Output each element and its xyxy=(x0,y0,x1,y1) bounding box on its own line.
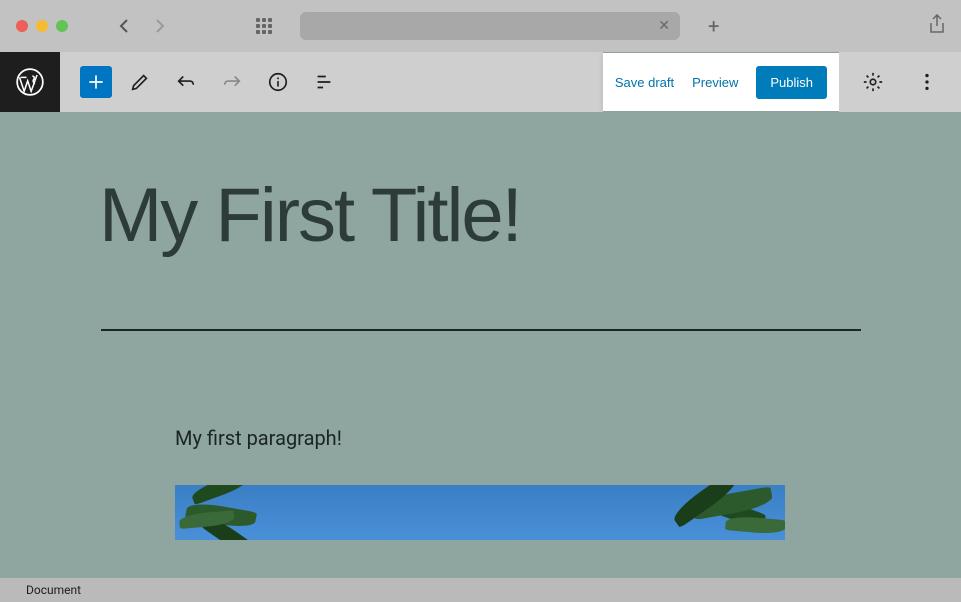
content-wrapper: Save draft Preview Publish My First Titl… xyxy=(0,52,961,602)
back-button[interactable] xyxy=(116,18,132,34)
edit-tool-icon[interactable] xyxy=(122,64,158,100)
close-window-button[interactable] xyxy=(16,20,28,32)
publish-button[interactable]: Publish xyxy=(756,66,827,99)
toolbar-left xyxy=(60,52,603,112)
redo-icon[interactable] xyxy=(214,64,250,100)
info-icon[interactable] xyxy=(260,64,296,100)
outline-icon[interactable] xyxy=(306,64,342,100)
more-options-icon[interactable] xyxy=(909,64,945,100)
preview-button[interactable]: Preview xyxy=(692,75,738,90)
image-block[interactable] xyxy=(175,485,785,540)
save-draft-button[interactable]: Save draft xyxy=(615,75,674,90)
bottom-breadcrumb-bar: Document xyxy=(0,578,961,602)
paragraph-block[interactable]: My first paragraph! xyxy=(175,426,961,450)
separator-block[interactable] xyxy=(101,329,861,331)
nav-arrows xyxy=(116,18,168,34)
publish-panel: Save draft Preview Publish xyxy=(603,53,839,111)
breadcrumb-document[interactable]: Document xyxy=(26,583,81,597)
minimize-window-button[interactable] xyxy=(36,20,48,32)
toolbar-right xyxy=(839,52,961,112)
settings-gear-icon[interactable] xyxy=(855,64,891,100)
forward-button[interactable] xyxy=(152,18,168,34)
maximize-window-button[interactable] xyxy=(56,20,68,32)
clear-url-icon[interactable]: ✕ xyxy=(658,18,670,34)
wordpress-logo[interactable] xyxy=(0,52,60,112)
share-icon[interactable] xyxy=(929,14,945,38)
editor-area: My First Title! My first paragraph! xyxy=(0,112,961,578)
post-title[interactable]: My First Title! xyxy=(99,172,961,259)
add-block-button[interactable] xyxy=(80,66,112,98)
browser-chrome: ✕ + xyxy=(0,0,961,52)
apps-grid-icon[interactable] xyxy=(256,18,272,34)
wp-toolbar: Save draft Preview Publish xyxy=(0,52,961,112)
new-tab-button[interactable]: + xyxy=(708,14,719,38)
url-bar[interactable]: ✕ xyxy=(300,12,680,40)
window-controls xyxy=(16,20,68,32)
undo-icon[interactable] xyxy=(168,64,204,100)
